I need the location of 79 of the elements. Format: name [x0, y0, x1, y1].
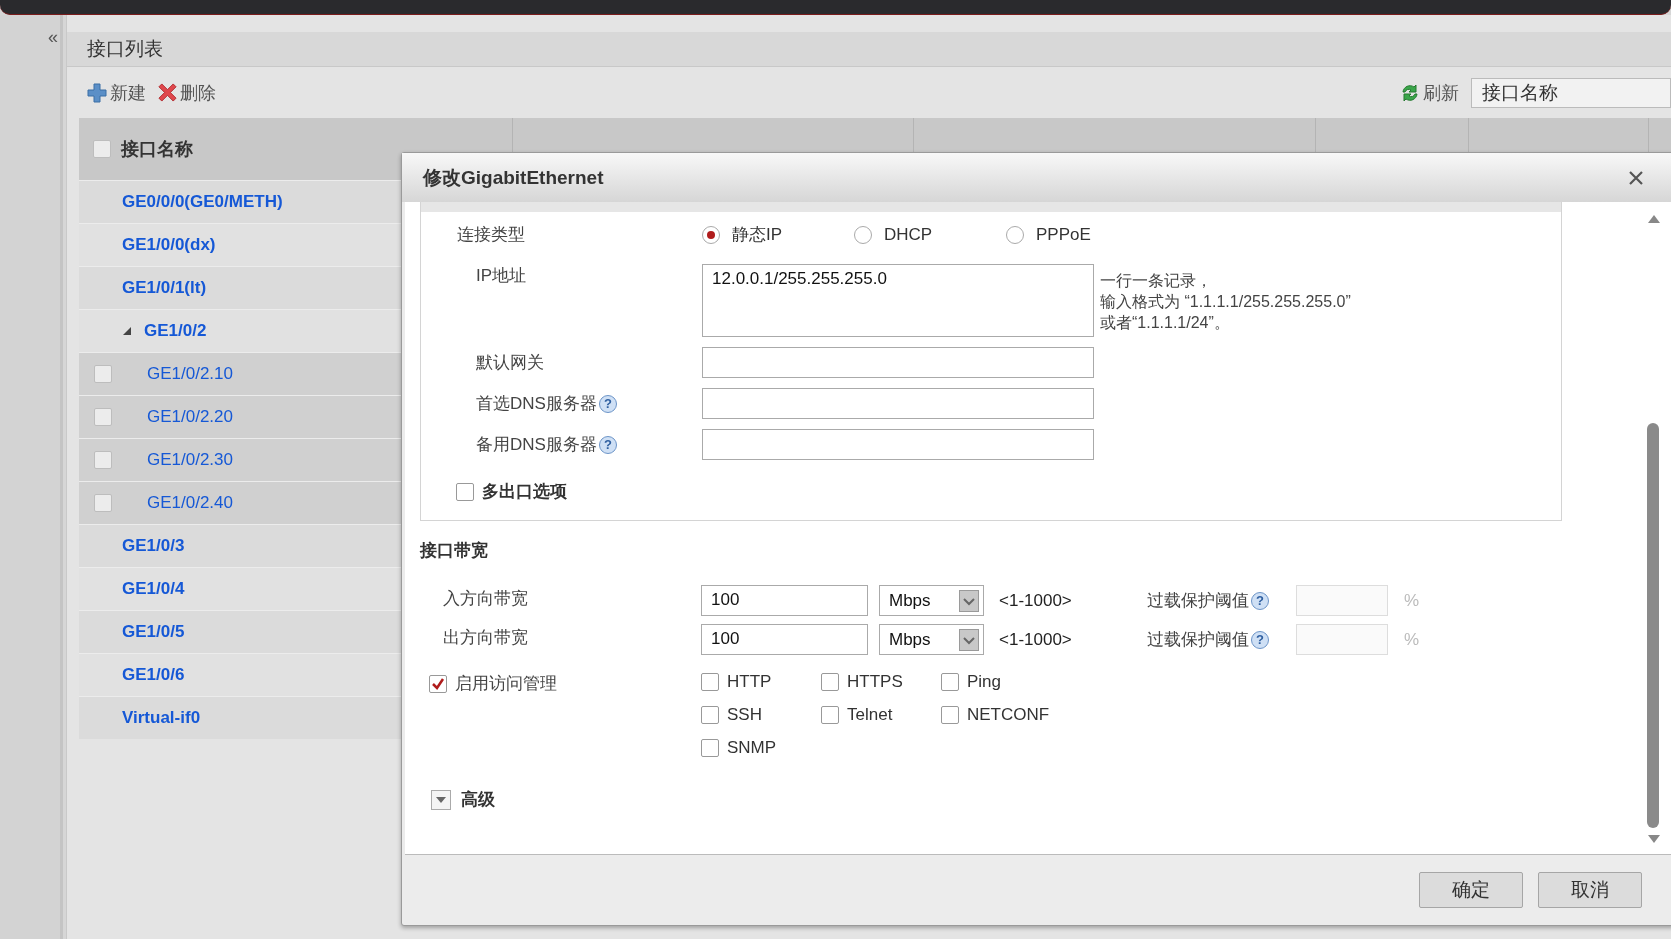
field-label: 出方向带宽	[442, 627, 529, 649]
field-label: 过载保护阈值 ?	[1147, 589, 1296, 612]
expand-triangle-icon[interactable]	[122, 326, 132, 336]
input-field[interactable]	[702, 388, 1094, 419]
field-label: 默认网关	[475, 352, 545, 374]
interface-link[interactable]: GE1/0/2.30	[147, 450, 233, 470]
help-icon[interactable]: ?	[598, 394, 617, 413]
row-checkbox[interactable]	[94, 365, 112, 383]
field-label: IP地址	[475, 265, 528, 287]
chevron-down-icon	[959, 628, 979, 651]
interface-link[interactable]: GE1/0/6	[122, 665, 185, 685]
cancel-button[interactable]: 取消	[1538, 872, 1642, 908]
field-label: 首选DNS服务器 ?	[421, 392, 702, 415]
field-label: 过载保护阈值 ?	[1147, 628, 1296, 651]
dialog-title: 修改GigabitEthernet	[423, 165, 604, 190]
section-title: 接口带宽	[420, 540, 489, 562]
unit-dropdown[interactable]: Mbps	[879, 624, 984, 655]
interface-link[interactable]: GE0/0/0(GE0/METH)	[122, 192, 283, 212]
confirm-button[interactable]: 确定	[1419, 872, 1523, 908]
interface-link[interactable]: GE1/0/2.10	[147, 364, 233, 384]
service-checkbox[interactable]: HTTP	[701, 672, 821, 692]
interface-link[interactable]: GE1/0/0(dx)	[122, 235, 216, 255]
bandwidth-field[interactable]: 100	[701, 585, 868, 616]
percent-unit: %	[1404, 629, 1420, 650]
interface-link[interactable]: GE1/0/5	[122, 622, 185, 642]
radio-option[interactable]: DHCP	[854, 223, 1006, 246]
help-icon[interactable]: ?	[598, 435, 617, 454]
service-checkbox[interactable]: SNMP	[701, 738, 821, 758]
range-text: <1-1000>	[999, 629, 1073, 650]
hint-text: 一行一条记录，	[1100, 271, 1213, 291]
row-checkbox[interactable]	[94, 494, 112, 512]
column-header: 接口名称	[121, 138, 193, 161]
service-checkbox[interactable]: HTTPS	[821, 672, 941, 692]
scroll-down-icon[interactable]	[1647, 834, 1661, 844]
cross-icon	[158, 83, 177, 102]
help-icon[interactable]: ?	[1251, 630, 1269, 649]
radio-option[interactable]: PPPoE	[1006, 223, 1158, 246]
interface-link[interactable]: Virtual-if0	[122, 708, 201, 728]
search-field[interactable]: 接口名称	[1471, 77, 1671, 108]
interface-link[interactable]: GE1/0/2.20	[147, 407, 233, 427]
scrollbar[interactable]	[1647, 214, 1661, 844]
field-label: 备用DNS服务器 ?	[421, 433, 702, 456]
service-checkbox[interactable]: Telnet	[821, 705, 941, 725]
input-field[interactable]	[702, 347, 1094, 378]
delete-button[interactable]: 删除	[158, 80, 216, 105]
refresh-icon	[1400, 82, 1420, 103]
radio-option[interactable]: 静态IP	[702, 223, 854, 246]
interface-link[interactable]: GE1/0/1(lt)	[122, 278, 207, 298]
hint-text: 输入格式为 “1.1.1.1/255.255.255.0”	[1100, 292, 1351, 312]
service-checkbox[interactable]: Ping	[941, 672, 1081, 692]
service-checkbox[interactable]: NETCONF	[941, 705, 1081, 725]
help-icon[interactable]: ?	[1251, 591, 1269, 610]
field-label: 连接类型	[456, 224, 526, 246]
row-checkbox[interactable]	[94, 451, 112, 469]
ip-address-field[interactable]: 12.0.0.1/255.255.255.0	[702, 264, 1094, 337]
plus-icon	[87, 82, 107, 103]
interface-link[interactable]: GE1/0/4	[122, 579, 185, 599]
interface-link[interactable]: GE1/0/3	[122, 536, 185, 556]
access-management-checkbox[interactable]: 启用访问管理	[420, 672, 701, 695]
close-icon[interactable]	[1628, 169, 1644, 186]
interface-link[interactable]: GE1/0/2.40	[147, 493, 233, 513]
input-field[interactable]	[702, 429, 1094, 460]
hint-text: 或者“1.1.1.1/24”。	[1100, 313, 1231, 333]
panel-title: 接口列表	[87, 37, 163, 61]
select-all-checkbox[interactable]	[93, 140, 111, 158]
collapse-toggle[interactable]: «	[48, 27, 58, 48]
chevron-down-icon	[959, 589, 979, 612]
interface-link[interactable]: GE1/0/2	[144, 321, 207, 341]
advanced-toggle[interactable]: 高级	[431, 788, 495, 811]
bandwidth-field[interactable]: 100	[701, 624, 868, 655]
service-checkbox[interactable]: SSH	[701, 705, 821, 725]
row-checkbox[interactable]	[94, 408, 112, 426]
new-button[interactable]: 新建	[87, 80, 146, 105]
percent-unit: %	[1404, 590, 1420, 611]
field-label: 入方向带宽	[442, 588, 529, 610]
range-text: <1-1000>	[999, 590, 1073, 611]
unit-dropdown[interactable]: Mbps	[879, 585, 984, 616]
refresh-button[interactable]: 刷新	[1400, 80, 1459, 105]
multi-exit-checkbox[interactable]: 多出口选项	[456, 480, 567, 503]
